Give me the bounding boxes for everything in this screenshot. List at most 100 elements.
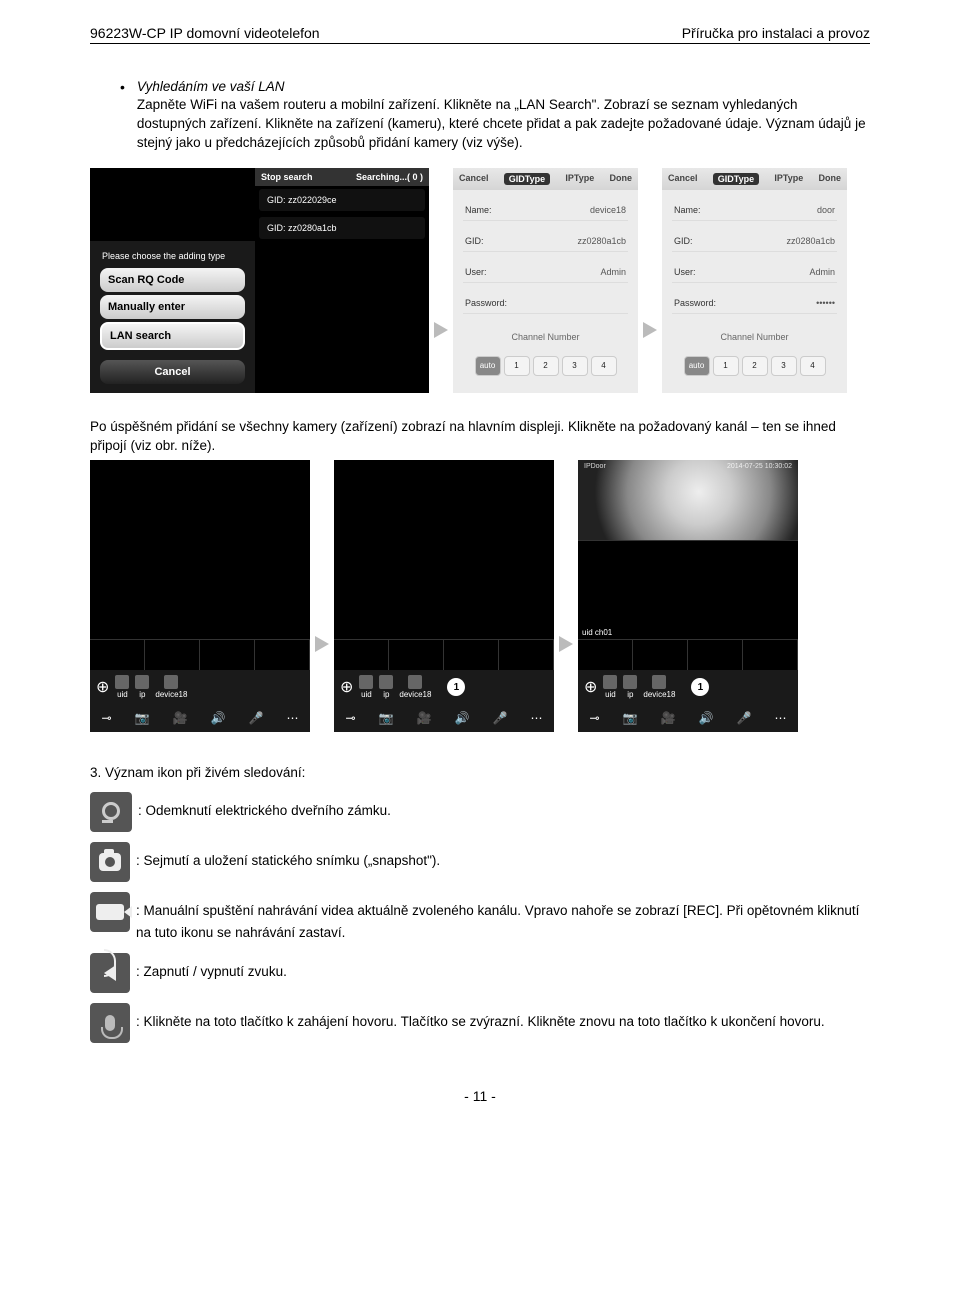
dev-ip[interactable]: ip — [135, 675, 149, 699]
ch-2-button[interactable]: 2 — [533, 356, 559, 376]
gid-input[interactable]: zz0280a1cb — [577, 236, 626, 246]
dev-uid[interactable]: uid — [603, 675, 617, 699]
device-icon — [652, 675, 666, 689]
result-gid-2[interactable]: GID: zz0280a1cb — [259, 217, 425, 239]
add-device-icon[interactable]: ⊕ — [96, 677, 109, 697]
gidtype-tab[interactable]: GIDType — [713, 173, 759, 185]
unlock-desc: : Odemknutí elektrického dveřního zámku. — [138, 792, 870, 822]
record-icon[interactable]: 🎥 — [417, 711, 432, 725]
dev-ip[interactable]: ip — [379, 675, 393, 699]
search-topbar: Stop search Searching...( 0 ) — [255, 168, 429, 186]
cancel-button[interactable]: Cancel — [100, 360, 245, 384]
record-icon[interactable]: 🎥 — [173, 711, 188, 725]
thumb-row — [334, 639, 554, 670]
user-input[interactable]: Admin — [600, 267, 626, 277]
name-input[interactable]: device18 — [590, 205, 626, 215]
live-main-view[interactable] — [90, 460, 310, 639]
form-done-button[interactable]: Done — [610, 173, 633, 185]
speaker-icon[interactable]: 🔊 — [455, 711, 470, 725]
thumb[interactable] — [200, 640, 255, 670]
dev-ip[interactable]: ip — [623, 675, 637, 699]
iptype-tab[interactable]: IPType — [565, 173, 594, 185]
device-icon — [408, 675, 422, 689]
ch-1-button[interactable]: 1 — [713, 356, 739, 376]
camera-icon[interactable]: 📷 — [135, 711, 150, 725]
thumb[interactable] — [90, 640, 145, 670]
more-icon[interactable]: ⋯ — [774, 711, 786, 725]
iptype-tab[interactable]: IPType — [774, 173, 803, 185]
dev-uid[interactable]: uid — [359, 675, 373, 699]
dev-device18[interactable]: device18 — [399, 675, 431, 699]
figure-row-2: ⊕ uid ip device18 ⊸ 📷 🎥 🔊 🎤 ⋯ ⊕ uid ip — [90, 460, 870, 732]
header-right: Příručka pro instalaci a provoz — [682, 25, 870, 41]
ch-3-button[interactable]: 3 — [562, 356, 588, 376]
phone-chooser: Please choose the adding type Scan RQ Co… — [90, 168, 255, 393]
dev-label: uid — [605, 690, 616, 699]
speaker-icon[interactable]: 🔊 — [211, 711, 226, 725]
mid-text: Po úspěšném přidání se všechny kamery (z… — [90, 418, 870, 456]
arrow-right-icon — [310, 541, 334, 652]
snapshot-desc: : Sejmutí a uložení statického snímku („… — [136, 842, 870, 872]
form-cancel-button[interactable]: Cancel — [459, 173, 489, 185]
gidtype-tab[interactable]: GIDType — [504, 173, 550, 185]
form-top: Cancel GIDType IPType Done — [453, 168, 638, 190]
thumb[interactable] — [255, 640, 310, 670]
record-icon[interactable]: 🎥 — [661, 711, 676, 725]
ch-auto-button[interactable]: auto — [475, 356, 501, 376]
add-device-icon[interactable]: ⊕ — [584, 677, 597, 697]
thumb[interactable] — [334, 640, 389, 670]
dev-uid[interactable]: uid — [115, 675, 129, 699]
thumb[interactable] — [389, 640, 444, 670]
mic-icon[interactable]: 🎤 — [736, 711, 751, 725]
more-icon[interactable]: ⋯ — [530, 711, 542, 725]
scan-rq-code-button[interactable]: Scan RQ Code — [100, 268, 245, 292]
searching-label: Searching...( 0 ) — [356, 172, 423, 182]
ch-1-button[interactable]: 1 — [504, 356, 530, 376]
live-phone-3: IPDoor 2014-07-25 10:30:02 uid ch01 ⊕ ui… — [578, 460, 798, 732]
dev-label: device18 — [399, 690, 431, 699]
dev-device18[interactable]: device18 — [643, 675, 675, 699]
thumb[interactable] — [743, 640, 798, 670]
dev-label: uid — [117, 690, 128, 699]
ch-auto-button[interactable]: auto — [684, 356, 710, 376]
live-main-view[interactable] — [334, 460, 554, 639]
ch-2-button[interactable]: 2 — [742, 356, 768, 376]
thumb[interactable] — [688, 640, 743, 670]
key-icon[interactable]: ⊸ — [102, 711, 112, 725]
mic-icon[interactable]: 🎤 — [248, 711, 263, 725]
thumb[interactable] — [444, 640, 499, 670]
thumb[interactable] — [499, 640, 554, 670]
camera-icon[interactable]: 📷 — [379, 711, 394, 725]
mic-icon[interactable]: 🎤 — [492, 711, 507, 725]
thumb[interactable] — [578, 640, 633, 670]
form-done-button[interactable]: Done — [819, 173, 842, 185]
ch-4-button[interactable]: 4 — [800, 356, 826, 376]
page-number: - 11 - — [90, 1088, 870, 1104]
name-input[interactable]: door — [817, 205, 835, 215]
add-device-icon[interactable]: ⊕ — [340, 677, 353, 697]
dev-device18[interactable]: device18 — [155, 675, 187, 699]
speaker-icon[interactable]: 🔊 — [699, 711, 714, 725]
count-badge: 1 — [691, 678, 709, 696]
key-icon[interactable]: ⊸ — [590, 711, 600, 725]
page-header: 96223W-CP IP domovní videotelefon Příruč… — [90, 25, 870, 44]
manually-enter-button[interactable]: Manually enter — [100, 295, 245, 319]
thumb[interactable] — [633, 640, 688, 670]
thumb[interactable] — [145, 640, 200, 670]
gid-input[interactable]: zz0280a1cb — [786, 236, 835, 246]
speaker-icon — [90, 953, 130, 993]
more-icon[interactable]: ⋯ — [286, 711, 298, 725]
key-icon[interactable]: ⊸ — [346, 711, 356, 725]
stop-search-button[interactable]: Stop search — [261, 172, 313, 182]
live-phone-2: ⊕ uid ip device18 1 ⊸ 📷 🎥 🔊 🎤 ⋯ — [334, 460, 554, 732]
live-main-view[interactable]: IPDoor 2014-07-25 10:30:02 uid ch01 — [578, 460, 798, 639]
form-cancel-button[interactable]: Cancel — [668, 173, 698, 185]
lan-search-button[interactable]: LAN search — [100, 322, 245, 350]
camera-icon[interactable]: 📷 — [623, 711, 638, 725]
mic-desc: : Klikněte na toto tlačítko k zahájení h… — [136, 1003, 870, 1033]
password-input[interactable]: •••••• — [816, 298, 835, 308]
user-input[interactable]: Admin — [809, 267, 835, 277]
ch-4-button[interactable]: 4 — [591, 356, 617, 376]
result-gid-1[interactable]: GID: zz022029ce — [259, 189, 425, 211]
ch-3-button[interactable]: 3 — [771, 356, 797, 376]
